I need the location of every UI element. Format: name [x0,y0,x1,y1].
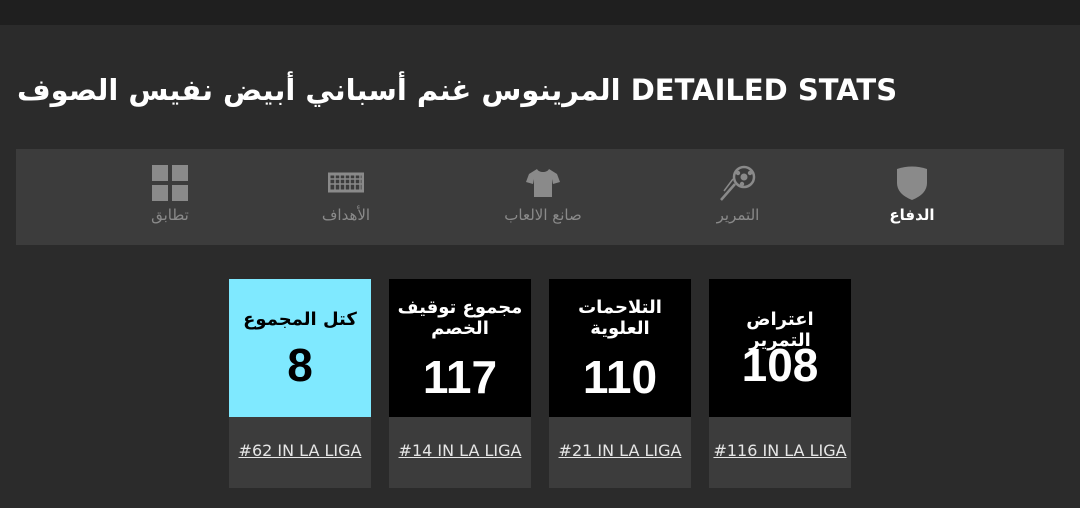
tab-playmaker[interactable]: صانع الالعاب [483,149,603,245]
stat-label: كتل المجموع [243,309,357,330]
stat-value: 108 [741,339,819,391]
stat-card-aerial-duels: التلاحمات العلوية 110 #21 IN LA LIGA [549,279,691,488]
stat-label: مجموع توقيف الخصم [397,297,523,339]
tab-label: التمرير [716,206,760,224]
stat-card-bottom: #116 IN LA LIGA [709,417,851,488]
stat-card-total-tackles: مجموع توقيف الخصم 117 #14 IN LA LIGA [389,279,531,488]
tab-defense[interactable]: الدفاع [852,149,972,245]
tab-goals[interactable]: الأهداف [286,149,406,245]
stats-tab-bar: تطابق الأهداف صانع الالعاب التمرير الدفا… [16,149,1064,245]
stat-label: التلاحمات العلوية [578,297,662,339]
ball-pass-icon [720,165,756,201]
stat-card-bottom: #21 IN LA LIGA [549,417,691,488]
stat-value: 117 [422,351,498,403]
tab-label: الأهداف [321,206,371,224]
stat-card-top: كتل المجموع 8 [229,279,371,417]
stat-card-top: التلاحمات العلوية 110 [549,279,691,417]
stat-card-top: مجموع توقيف الخصم 117 [389,279,531,417]
stat-card-total-blocks: كتل المجموع 8 #62 IN LA LIGA [229,279,371,488]
stat-value: 110 [582,351,658,403]
shirt-icon [525,165,561,201]
grid-icon [152,165,188,201]
stat-value: 8 [287,339,313,391]
tab-label: صانع الالعاب [504,206,582,224]
page-title: المرينوس غنم أسباني أبيض نفيس الصوف DETA… [17,73,898,107]
tab-passing[interactable]: التمرير [678,149,798,245]
stat-card-top: اعتراض التمرير 108 [709,279,851,417]
league-rank-link[interactable]: #116 IN LA LIGA [709,441,851,460]
stat-card-bottom: #14 IN LA LIGA [389,417,531,488]
stat-card-bottom: #62 IN LA LIGA [229,417,371,488]
goal-net-icon [327,165,365,201]
tab-matches[interactable]: تطابق [110,149,230,245]
stat-card-interceptions: اعتراض التمرير 108 #116 IN LA LIGA [709,279,851,488]
tab-label: الدفاع [889,206,935,224]
top-bar [0,0,1080,25]
tab-label: تطابق [151,206,189,224]
league-rank-link[interactable]: #14 IN LA LIGA [389,441,531,460]
league-rank-link[interactable]: #21 IN LA LIGA [549,441,691,460]
shield-icon [894,165,930,201]
league-rank-link[interactable]: #62 IN LA LIGA [229,441,371,460]
